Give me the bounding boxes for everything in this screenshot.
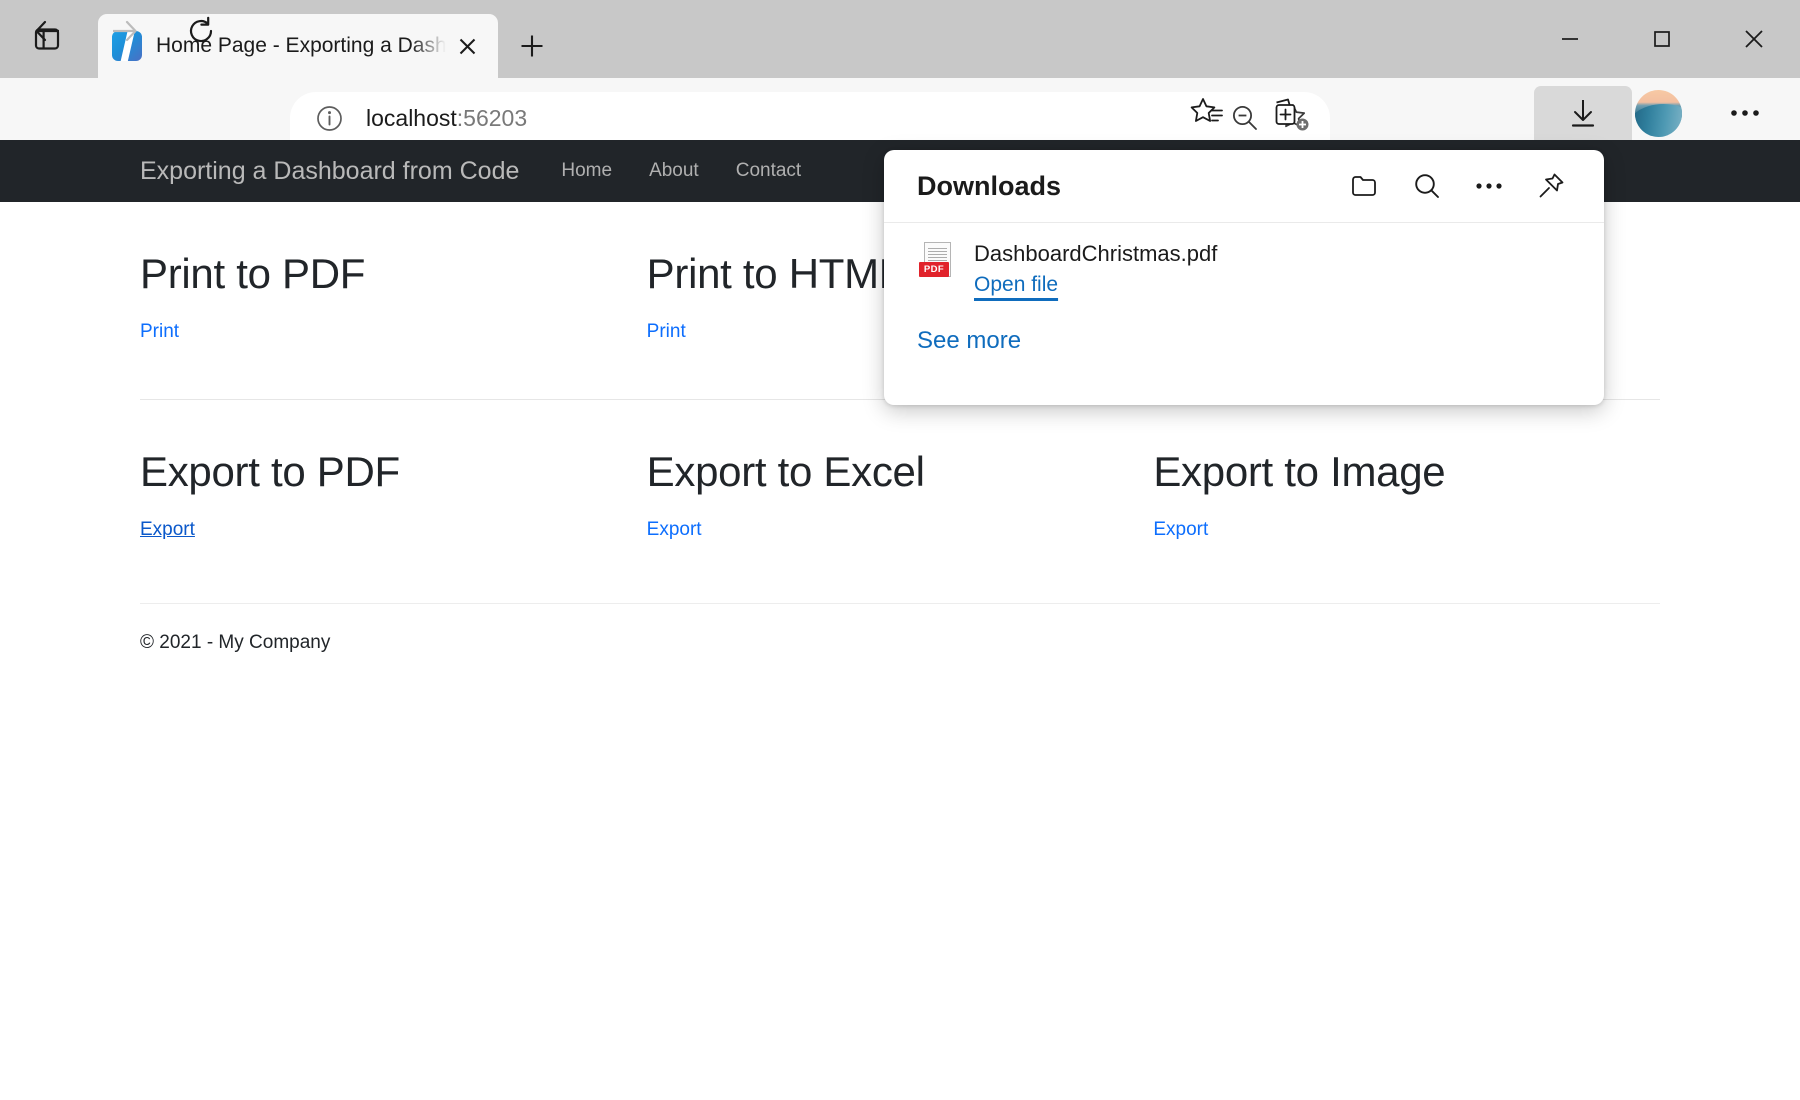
nav-link-contact[interactable]: Contact <box>736 160 801 182</box>
card-export-pdf: Export to PDF Export <box>140 400 647 541</box>
card-title: Export to Excel <box>646 448 925 495</box>
pdf-badge-label: PDF <box>919 262 949 277</box>
favorites-icon[interactable] <box>1180 86 1234 140</box>
more-options-icon[interactable] <box>1464 161 1514 211</box>
close-window-button[interactable] <box>1708 0 1800 78</box>
pdf-file-icon: PDF <box>917 241 957 289</box>
close-tab-icon[interactable] <box>450 29 484 63</box>
print-pdf-link[interactable]: Print <box>140 321 179 343</box>
footer-copyright: © 2021 - My Company <box>140 632 331 653</box>
window-controls <box>1524 0 1800 78</box>
card-title: Print to PDF <box>140 250 366 297</box>
card-title: Export to Image <box>1153 448 1446 495</box>
url-host: localhost <box>366 104 457 131</box>
export-excel-link[interactable]: Export <box>647 519 702 541</box>
site-nav-links: Home About Contact <box>561 160 801 182</box>
card-print-pdf: Print to PDF Print <box>140 202 647 343</box>
open-folder-icon[interactable] <box>1340 161 1390 211</box>
site-info-icon[interactable] <box>310 105 348 132</box>
card-title: Export to PDF <box>140 448 400 495</box>
collections-icon[interactable] <box>1258 86 1312 140</box>
card-export-excel: Export to Excel Export <box>647 400 1154 541</box>
download-item[interactable]: PDF DashboardChristmas.pdf Open file <box>884 223 1604 309</box>
export-pdf-link[interactable]: Export <box>140 519 195 541</box>
downloads-flyout: Downloads PDF DashboardChristmas.pdf Ope… <box>884 150 1604 405</box>
card-row-export: Export to PDF Export Export to Excel Exp… <box>140 400 1660 541</box>
url-port: :56203 <box>456 104 528 131</box>
browser-tab[interactable]: Home Page - Exporting a Dashbo <box>98 14 498 78</box>
downloads-title: Downloads <box>917 170 1062 201</box>
address-bar[interactable]: localhost:56203 <box>290 92 1330 144</box>
download-filename: DashboardChristmas.pdf <box>974 241 1218 266</box>
refresh-button[interactable] <box>178 8 224 54</box>
settings-more-icon[interactable] <box>1718 86 1772 140</box>
back-button[interactable] <box>25 8 71 54</box>
export-image-link[interactable]: Export <box>1153 519 1208 541</box>
site-brand[interactable]: Exporting a Dashboard from Code <box>140 157 519 186</box>
new-tab-button[interactable] <box>508 22 556 70</box>
forward-button <box>101 8 147 54</box>
see-more-link[interactable]: See more <box>884 309 1021 355</box>
card-export-image: Export to Image Export <box>1153 400 1660 541</box>
minimize-button[interactable] <box>1524 0 1616 78</box>
search-icon[interactable] <box>1402 161 1452 211</box>
print-html-link[interactable]: Print <box>647 321 686 343</box>
downloads-header: Downloads <box>884 150 1604 222</box>
open-file-link[interactable]: Open file <box>974 273 1058 297</box>
download-meta: DashboardChristmas.pdf Open file <box>974 241 1576 297</box>
maximize-button[interactable] <box>1616 0 1708 78</box>
pin-icon[interactable] <box>1526 161 1576 211</box>
downloads-icon[interactable] <box>1534 86 1632 140</box>
address-bar-text[interactable]: localhost:56203 <box>348 105 1220 132</box>
browser-window: Home Page - Exporting a Dashbo localhost… <box>0 0 1800 1100</box>
nav-link-about[interactable]: About <box>649 160 699 182</box>
title-bar: Home Page - Exporting a Dashbo <box>0 0 1800 78</box>
profile-avatar[interactable] <box>1635 90 1682 137</box>
nav-link-home[interactable]: Home <box>561 160 612 182</box>
